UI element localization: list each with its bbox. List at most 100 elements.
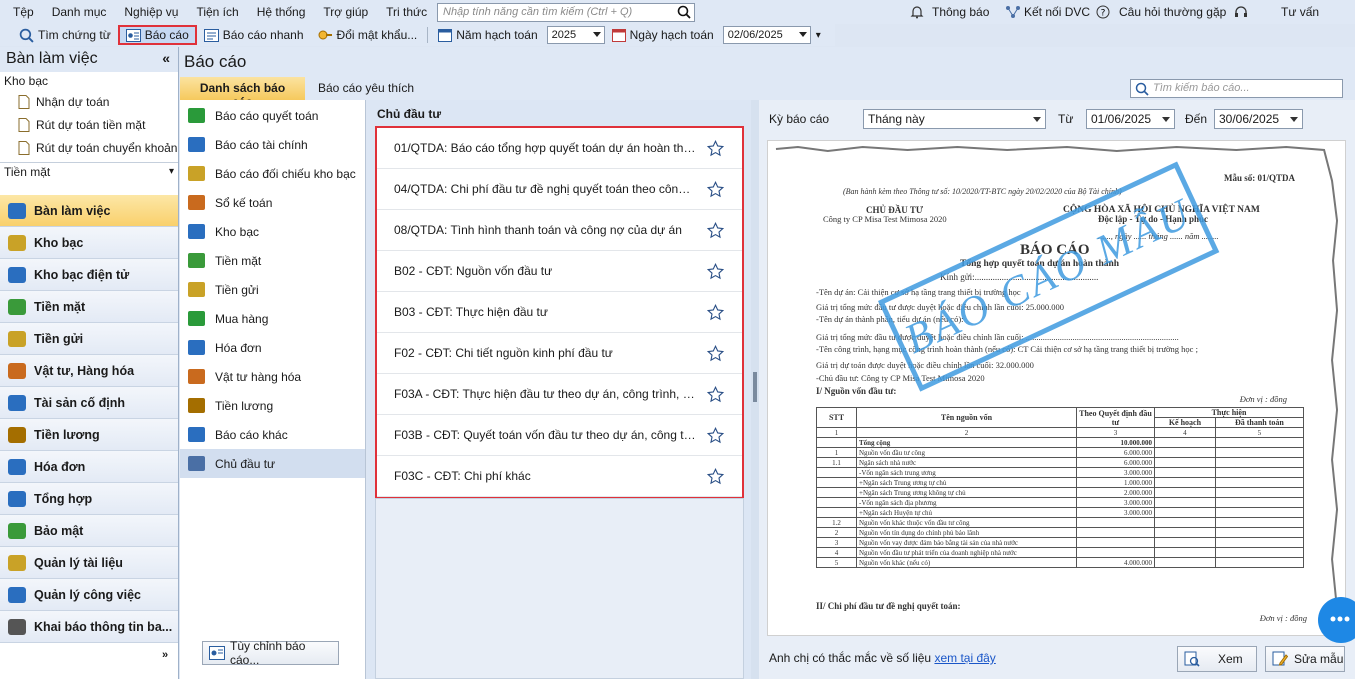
category-item[interactable]: Tiền lương <box>180 391 365 420</box>
menu-catalog[interactable]: Danh mục <box>43 0 116 24</box>
notification-button[interactable]: Thông báo <box>910 0 989 24</box>
report-item[interactable]: B02 - CĐT: Nguồn vốn đầu tư <box>377 251 742 292</box>
sidebar-item-declare[interactable]: Khai báo thông tin ba... <box>0 611 178 643</box>
menu-system[interactable]: Hệ thống <box>248 0 315 24</box>
custom-report-button[interactable]: Tùy chỉnh báo cáo... <box>202 639 339 667</box>
sidebar-item-deposit[interactable]: Tiền gửi <box>0 323 178 355</box>
change-password-button[interactable]: Đổi mật khẩu... <box>311 25 425 45</box>
posting-date-select[interactable]: 02/06/2025 <box>722 26 811 44</box>
global-search-placeholder: Nhập tính năng cần tìm kiếm (Ctrl + Q) <box>443 6 633 18</box>
category-item[interactable]: Tiền mặt <box>180 246 365 275</box>
fiscal-year-select[interactable]: 2025 <box>546 26 605 44</box>
help-link[interactable]: xem tại đây <box>934 651 995 665</box>
report-item[interactable]: F03A - CĐT: Thực hiện đầu tư theo dự án,… <box>377 374 742 415</box>
category-item[interactable]: Báo cáo đối chiếu kho bạc <box>180 159 365 188</box>
advice-button[interactable]: Tư vấn <box>1281 0 1319 24</box>
doc-table-cell: -Vốn ngân sách địa phương <box>856 497 1077 508</box>
sidebar-item-summary[interactable]: Tổng hợp <box>0 483 178 515</box>
category-item[interactable]: Sổ kế toán <box>180 188 365 217</box>
deposit-icon <box>188 282 205 297</box>
menu-help[interactable]: Trợ giúp <box>314 0 377 24</box>
sidebar-item-goods[interactable]: Vật tư, Hàng hóa <box>0 355 178 387</box>
category-item[interactable]: Mua hàng <box>180 304 365 333</box>
sidebar-item-cash[interactable]: Tiền mặt <box>0 291 178 323</box>
category-item[interactable]: Hóa đơn <box>180 333 365 362</box>
expand-more-icon[interactable]: » <box>162 649 168 661</box>
favorite-star-icon[interactable] <box>707 427 724 444</box>
sidebar-title: Bàn làm việc <box>6 50 98 67</box>
favorite-star-icon[interactable] <box>707 345 724 362</box>
connect-dvc-button[interactable]: Kết nối DVC <box>1005 0 1090 24</box>
tab-favorite-reports[interactable]: Báo cáo yêu thích <box>308 77 424 100</box>
favorite-star-icon[interactable] <box>707 140 724 157</box>
report-item[interactable]: F03B - CĐT: Quyết toán vốn đầu tư theo d… <box>377 415 742 456</box>
menu-utilities[interactable]: Tiện ích <box>187 0 247 24</box>
sidebar-cash-dropdown[interactable]: Tiền mặt ▾ <box>0 162 178 182</box>
menu-operations[interactable]: Nghiệp vụ <box>115 0 187 24</box>
report-item[interactable]: 04/QTDA: Chi phí đầu tư đề nghị quyết to… <box>377 169 742 210</box>
favorite-star-icon[interactable] <box>707 386 724 403</box>
category-item[interactable]: Báo cáo khác <box>180 420 365 449</box>
doc-section-2: II/ Chi phí đầu tư đề nghị quyết toán: <box>816 601 961 611</box>
category-item[interactable]: Báo cáo tài chính <box>180 130 365 159</box>
svg-text:?: ? <box>1101 9 1106 19</box>
sidebar-item-treasury[interactable]: Kho bạc <box>0 227 178 259</box>
favorite-star-icon[interactable] <box>707 304 724 321</box>
menu-file[interactable]: Tệp <box>0 0 43 24</box>
find-voucher-button[interactable]: Tìm chứng từ <box>12 25 118 45</box>
sidebar-item-task[interactable]: Quản lý công việc <box>0 579 178 611</box>
favorite-star-icon[interactable] <box>707 181 724 198</box>
favorite-star-icon[interactable] <box>707 468 724 485</box>
toolbar-overflow-icon[interactable]: ▾ <box>816 30 821 41</box>
edit-template-button[interactable]: Sửa mẫu <box>1265 646 1345 672</box>
panel-splitter[interactable] <box>751 100 759 679</box>
report-button[interactable]: Báo cáo <box>117 25 197 45</box>
report-item[interactable]: B03 - CĐT: Thực hiện đầu tư <box>377 292 742 333</box>
report-item[interactable]: F03C - CĐT: Chi phí khác <box>377 456 742 497</box>
report-item[interactable]: F02 - CĐT: Chi tiết nguồn kinh phí đầu t… <box>377 333 742 374</box>
category-item[interactable]: Tiền gửi <box>180 275 365 304</box>
collapse-icon[interactable]: « <box>162 50 170 66</box>
doc-table-cell <box>816 467 857 478</box>
category-item[interactable]: Kho bạc <box>180 217 365 246</box>
sidebar-item-e-treasury[interactable]: Kho bạc điện tử <box>0 259 178 291</box>
search-icon[interactable] <box>677 5 691 19</box>
tab-report-list[interactable]: Danh sách báo cáo <box>180 77 305 109</box>
period-select[interactable]: Tháng này <box>863 109 1046 129</box>
chevron-down-icon <box>1290 117 1298 122</box>
favorite-star-icon[interactable] <box>707 222 724 239</box>
sidebar-item-asset[interactable]: Tài sản cố định <box>0 387 178 419</box>
sidebar-item-shield[interactable]: Bảo mật <box>0 515 178 547</box>
toolbar: Tìm chứng từ Báo cáo Báo cáo nhanh Đổi m… <box>0 24 835 46</box>
favorite-star-icon[interactable] <box>707 263 724 280</box>
doc-table-row: +Ngân sách Huyện tự chủ 3.000.000 <box>816 507 1305 518</box>
sidebar-sub-receive-estimate[interactable]: Nhận dự toán <box>0 90 178 113</box>
report-search-input[interactable]: Tìm kiếm báo cáo... <box>1130 79 1343 98</box>
category-item[interactable]: Chủ đầu tư <box>180 449 365 478</box>
finance-icon <box>188 137 205 152</box>
fiscal-year-value: 2025 <box>551 29 577 41</box>
category-item[interactable]: Báo cáo quyết toán <box>180 101 365 130</box>
to-date-input[interactable]: 30/06/2025 <box>1214 109 1303 129</box>
sidebar-sub-withdraw-transfer[interactable]: Rút dự toán chuyển khoản <box>0 136 178 159</box>
report-item[interactable]: 08/QTDA: Tình hình thanh toán và công nợ… <box>377 210 742 251</box>
report-item[interactable]: 01/QTDA: Báo cáo tổng hợp quyết toán dự … <box>377 128 742 169</box>
doc-unit-2: Đơn vị : đồng <box>1259 613 1307 623</box>
doc-table-cell <box>1214 507 1305 518</box>
category-item[interactable]: Vật tư hàng hóa <box>180 362 365 391</box>
global-search-input[interactable]: Nhập tính năng cần tìm kiếm (Ctrl + Q) <box>437 3 695 22</box>
faq-button[interactable]: ? Câu hỏi thường gặp <box>1096 0 1248 24</box>
doc-unit: Đơn vị : đồng <box>1239 394 1287 404</box>
sidebar-item-desk[interactable]: Bàn làm việc <box>0 195 178 227</box>
from-date-input[interactable]: 01/06/2025 <box>1086 109 1175 129</box>
doc-table-cell: 3.000.000 <box>1076 467 1155 478</box>
sidebar-sub-withdraw-cash[interactable]: Rút dự toán tiền mặt <box>0 113 178 136</box>
quick-report-button[interactable]: Báo cáo nhanh <box>197 25 311 45</box>
sidebar-item-salary[interactable]: Tiền lương <box>0 419 178 451</box>
sidebar-item-folder[interactable]: Quản lý tài liệu <box>0 547 178 579</box>
menu-knowledge[interactable]: Tri thức <box>377 0 436 24</box>
doc-table-row: 1.1 Ngân sách nhà nước 6.000.000 <box>816 457 1305 468</box>
splitter-grip[interactable] <box>753 372 757 402</box>
view-button[interactable]: Xem <box>1177 646 1257 672</box>
sidebar-item-invoice[interactable]: Hóa đơn <box>0 451 178 483</box>
